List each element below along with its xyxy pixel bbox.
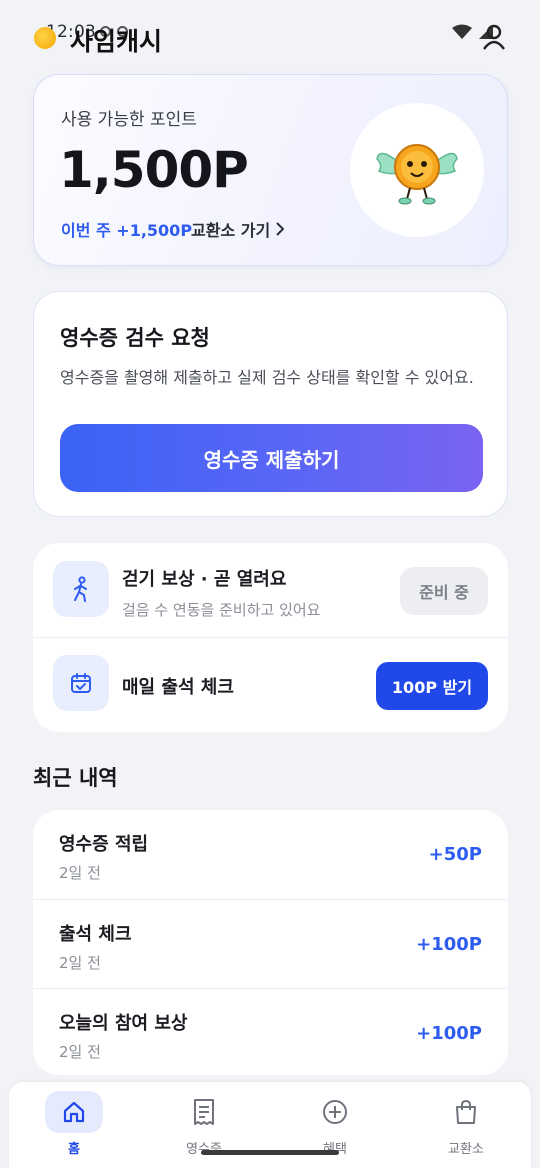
history-amount: +100P xyxy=(416,934,482,955)
plus-circle-icon-wrap xyxy=(306,1091,364,1133)
points-value: 1,500P xyxy=(59,141,249,199)
bottom-navigation: 홈 영수증 혜택 교환소 xyxy=(9,1082,531,1168)
history-amount: +50P xyxy=(428,844,482,865)
shopping-bag-icon xyxy=(456,1099,476,1124)
history-name: 영수증 적립 xyxy=(59,834,149,855)
receipt-card-description: 영수증을 촬영해 제출하고 실제 검수 상태를 확인할 수 있어요. xyxy=(60,368,474,387)
wifi-icon xyxy=(452,24,472,39)
home-icon xyxy=(63,1101,85,1123)
list-item[interactable]: 영수증 적립 2일 전 +50P xyxy=(33,810,508,899)
winged-coin-mascot-icon xyxy=(376,144,458,205)
walking-reward-row: 걷기 보상 · 곧 열려요 걸음 수 연동을 준비하고 있어요 준비 중 xyxy=(33,543,508,638)
attendance-title: 매일 출석 체크 xyxy=(122,677,234,698)
points-label: 사용 가능한 포인트 xyxy=(61,110,197,130)
history-time: 2일 전 xyxy=(59,1043,101,1061)
receipt-icon-wrap xyxy=(175,1091,233,1133)
walking-icon xyxy=(74,576,87,602)
walking-reward-subtitle: 걸음 수 연동을 준비하고 있어요 xyxy=(122,601,321,619)
exchange-link-label: 교환소 가기 xyxy=(191,221,271,240)
list-item[interactable]: 출석 체크 2일 전 +100P xyxy=(33,899,508,988)
home-icon-wrap xyxy=(45,1091,103,1133)
profile-button[interactable] xyxy=(482,24,506,54)
history-name: 출석 체크 xyxy=(59,924,132,945)
nav-label-exchange: 교환소 xyxy=(448,1142,484,1157)
nav-item-home[interactable]: 홈 xyxy=(9,1082,139,1168)
claim-attendance-button[interactable]: 100P 받기 xyxy=(376,662,488,710)
receipt-request-card: 영수증 검수 요청 영수증을 촬영해 제출하고 실제 검수 상태를 확인할 수 … xyxy=(33,291,508,517)
coin-icon xyxy=(34,27,56,49)
nav-item-receipt[interactable]: 영수증 xyxy=(139,1082,269,1168)
receipt-icon xyxy=(194,1099,214,1125)
shopping-bag-icon-wrap xyxy=(437,1091,495,1133)
nav-label-home: 홈 xyxy=(68,1142,80,1157)
history-name: 오늘의 참여 보상 xyxy=(59,1013,188,1034)
calendar-check-icon xyxy=(71,673,91,693)
history-amount: +100P xyxy=(416,1023,482,1044)
nav-item-benefits[interactable]: 혜택 xyxy=(270,1082,400,1168)
recent-history-list: 영수증 적립 2일 전 +50P 출석 체크 2일 전 +100P 오늘의 참여… xyxy=(33,810,508,1075)
nav-item-exchange[interactable]: 교환소 xyxy=(401,1082,531,1168)
list-item[interactable]: 오늘의 참여 보상 2일 전 +100P xyxy=(33,988,508,1075)
walking-reward-title: 걷기 보상 · 곧 열려요 xyxy=(122,569,287,590)
points-card: 사용 가능한 포인트 1,500P 이번 주 +1,500P 교환소 가기 xyxy=(33,74,508,266)
attendance-row: 매일 출석 체크 100P 받기 xyxy=(33,639,508,734)
history-time: 2일 전 xyxy=(59,954,101,972)
tasks-card: 걷기 보상 · 곧 열려요 걸음 수 연동을 준비하고 있어요 준비 중 매일 … xyxy=(33,543,508,732)
weekly-points: 이번 주 +1,500P xyxy=(61,221,193,240)
walking-icon-box xyxy=(53,561,109,617)
mascot-image xyxy=(350,103,484,237)
user-icon xyxy=(483,24,505,50)
home-indicator xyxy=(201,1150,339,1155)
recent-history-title: 최근 내역 xyxy=(33,766,118,790)
exchange-link[interactable]: 교환소 가기 xyxy=(191,217,285,241)
chevron-right-icon xyxy=(276,222,285,236)
history-time: 2일 전 xyxy=(59,864,101,882)
app-title: 사임캐시 xyxy=(70,27,163,56)
pending-badge: 준비 중 xyxy=(400,567,488,615)
calendar-icon-box xyxy=(53,655,109,711)
receipt-card-title: 영수증 검수 요청 xyxy=(60,326,210,350)
plus-circle-icon xyxy=(323,1100,347,1124)
submit-receipt-button[interactable]: 영수증 제출하기 xyxy=(60,424,483,492)
